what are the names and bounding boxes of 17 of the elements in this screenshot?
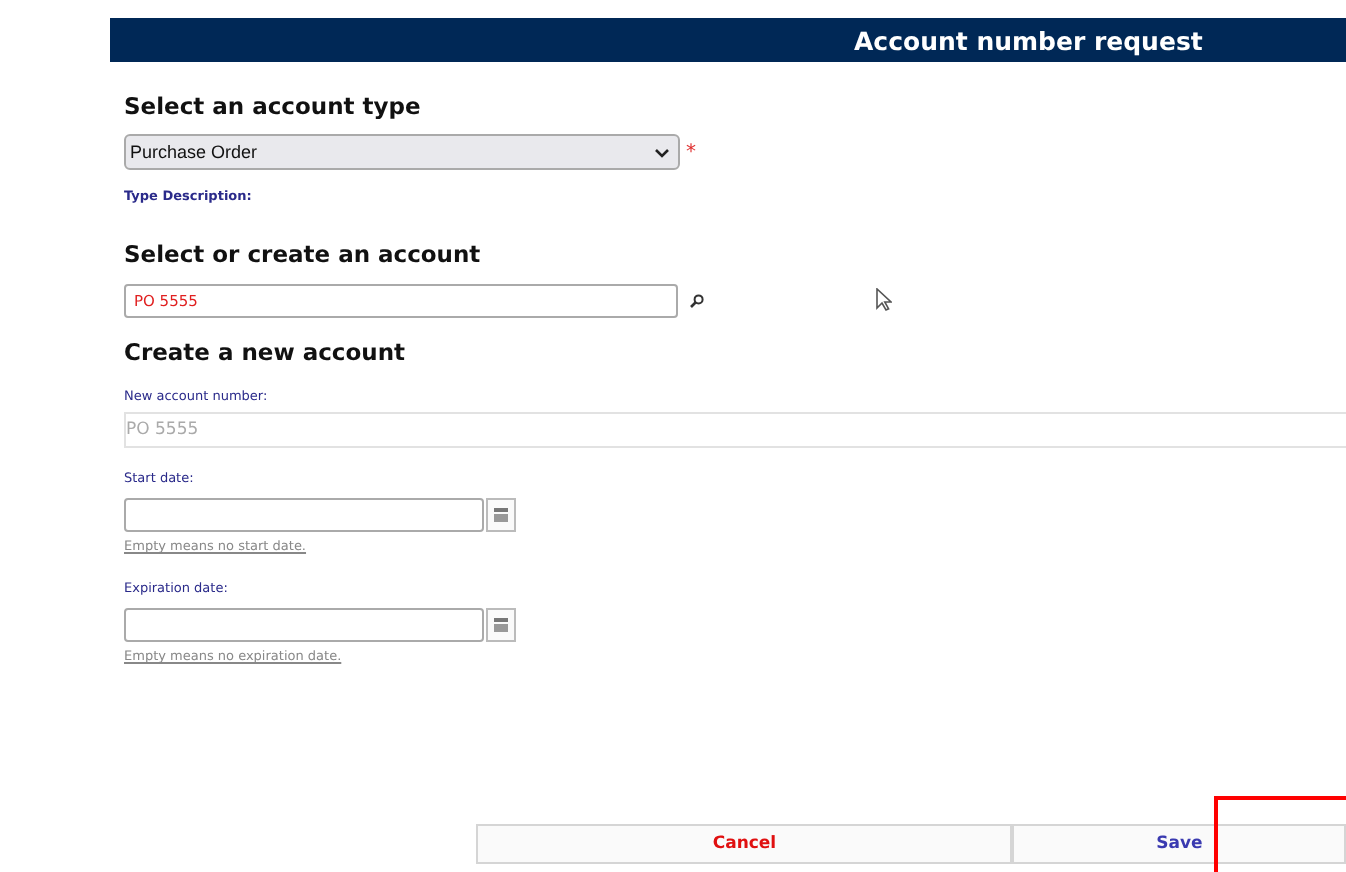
section-heading: Create a new account xyxy=(124,338,408,366)
search-icon[interactable] xyxy=(690,294,704,308)
date-input[interactable] xyxy=(124,608,484,642)
calendar-icon xyxy=(494,618,508,632)
cursor-icon xyxy=(876,288,892,312)
calendar-button[interactable] xyxy=(486,608,516,642)
save-button[interactable]: Save xyxy=(1012,824,1346,864)
chevron-down-icon xyxy=(654,147,670,157)
account-type-dropdown[interactable]: Purchase Order xyxy=(124,134,680,170)
required-mark: * xyxy=(686,141,696,163)
calendar-icon xyxy=(494,508,508,522)
cancel-button[interactable]: Cancel xyxy=(476,824,1013,864)
section-heading: Select an account type xyxy=(124,92,423,120)
page-title: Account number request xyxy=(110,18,1346,62)
date-input[interactable] xyxy=(124,498,484,532)
section-heading: Select or create an account xyxy=(124,240,483,268)
calendar-button[interactable] xyxy=(486,498,516,532)
